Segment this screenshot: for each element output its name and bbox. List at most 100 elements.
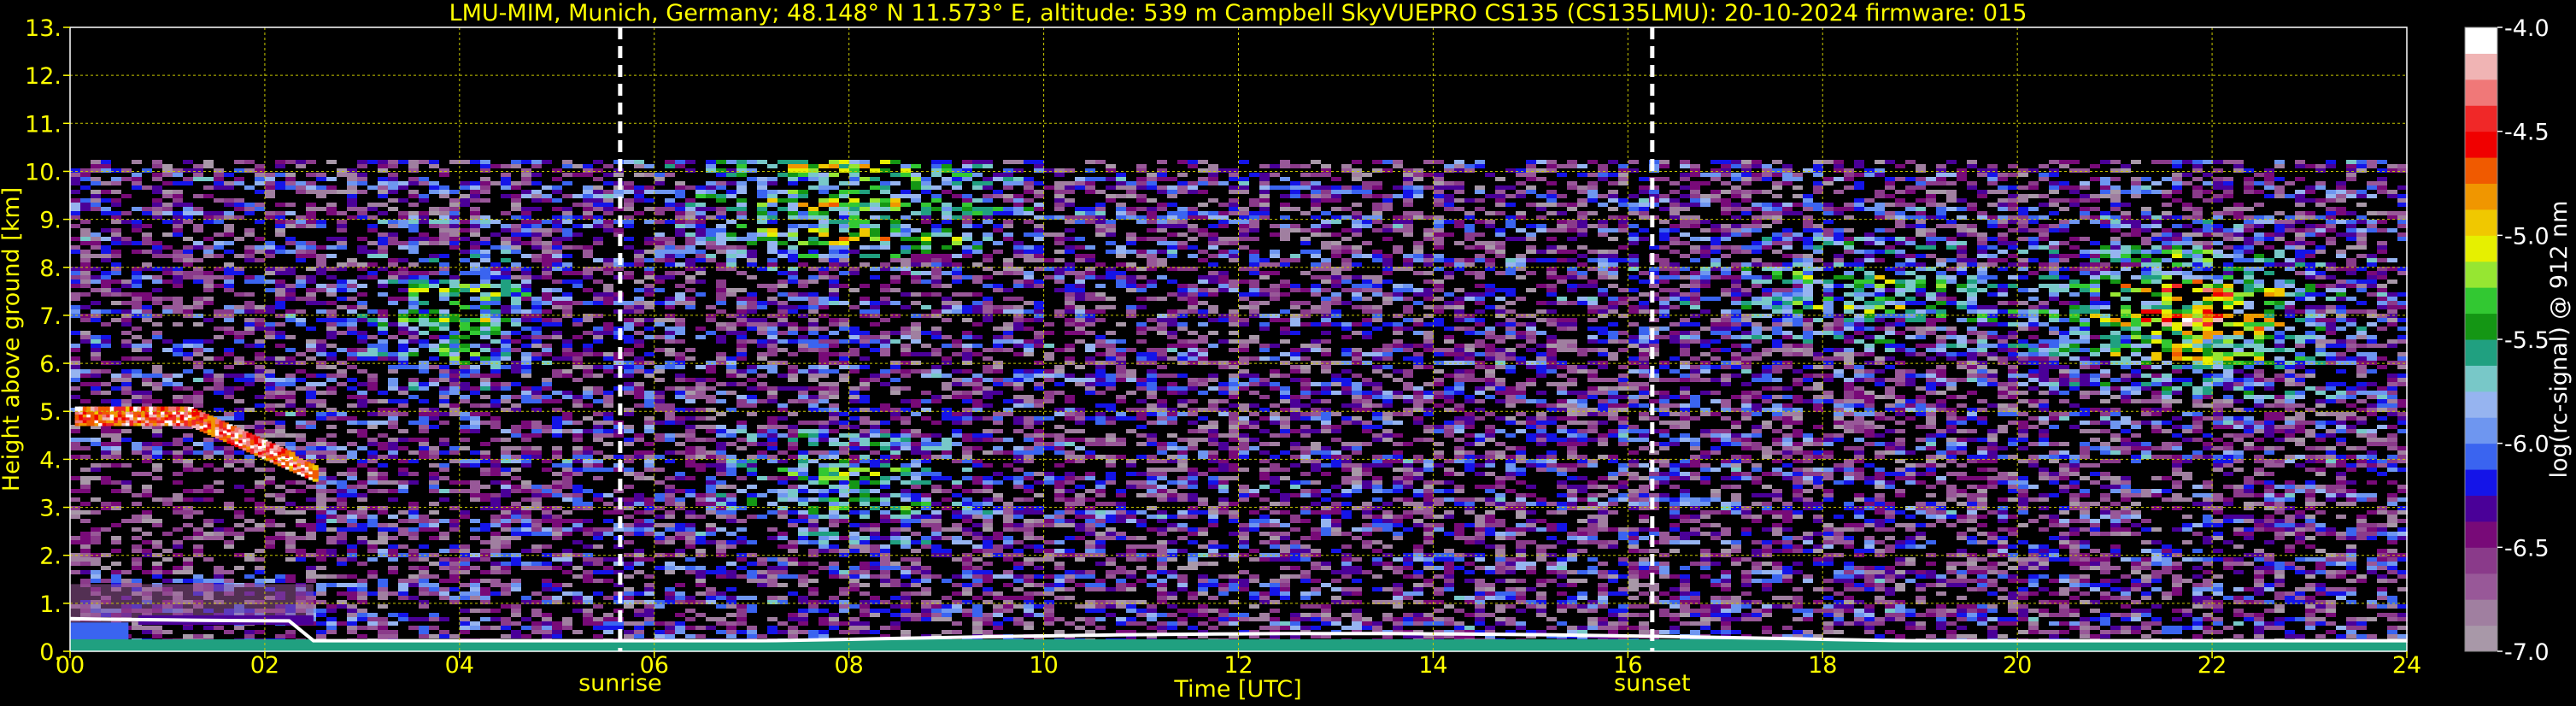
heatmap-cell: [316, 634, 326, 638]
heatmap-cell: [429, 241, 439, 245]
heatmap-cell: [798, 173, 808, 177]
heatmap-cell: [275, 284, 285, 288]
heatmap-cell: [890, 579, 901, 583]
heatmap-cell: [531, 339, 542, 344]
heatmap-cell: [736, 164, 747, 168]
heatmap-cell: [788, 455, 798, 459]
heatmap-cell: [531, 566, 542, 570]
heatmap-cell: [870, 228, 880, 232]
heatmap-cell: [860, 309, 870, 314]
heatmap-cell: [788, 245, 798, 250]
heatmap-cell: [480, 579, 490, 583]
heatmap-cell: [183, 220, 193, 224]
heatmap-cell: [531, 497, 542, 502]
heatmap-cell: [542, 425, 552, 429]
heatmap-cell: [183, 446, 193, 450]
heatmap-cell: [162, 211, 173, 215]
heatmap-cell: [152, 626, 162, 630]
heatmap-cell: [624, 391, 634, 395]
heatmap-cell: [347, 583, 357, 587]
heatmap-cell: [306, 442, 316, 446]
heatmap-cell: [593, 220, 603, 224]
heatmap-cell: [183, 579, 193, 583]
heatmap-cell: [408, 318, 419, 322]
heatmap-cell: [870, 237, 880, 241]
heatmap-cell: [839, 570, 849, 574]
heatmap-cell: [347, 403, 357, 408]
heatmap-cell: [675, 613, 685, 617]
heatmap-cell: [624, 515, 634, 519]
heatmap-cell: [583, 579, 593, 583]
heatmap-cell: [398, 544, 408, 549]
heatmap-cell: [767, 455, 777, 459]
heatmap-cell: [572, 472, 583, 476]
heatmap-cell: [695, 626, 706, 630]
heatmap-cell: [706, 438, 716, 442]
heatmap-cell: [634, 361, 644, 365]
heatmap-cell: [634, 403, 644, 408]
heatmap-cell: [285, 211, 296, 215]
heatmap-cell: [675, 374, 685, 378]
heatmap-cell: [91, 314, 101, 318]
heatmap-cell: [624, 472, 634, 476]
heatmap-cell: [480, 258, 490, 262]
heatmap-cell: [162, 374, 173, 378]
heatmap-cell: [736, 557, 747, 562]
heatmap-cell: [347, 557, 357, 562]
heatmap-cell: [419, 361, 429, 365]
heatmap-cell: [716, 241, 726, 245]
heatmap-cell: [890, 621, 901, 626]
heatmap-cell: [480, 382, 490, 386]
heatmap-cell: [685, 391, 695, 395]
heatmap-cell: [665, 258, 675, 262]
heatmap-cell: [152, 442, 162, 446]
heatmap-cell: [470, 416, 480, 421]
heatmap-cell: [306, 327, 316, 331]
heatmap-cell: [265, 386, 275, 391]
heatmap-cell: [480, 177, 490, 181]
heatmap-cell: [439, 297, 449, 301]
heatmap-cell: [449, 352, 460, 356]
heatmap-cell: [716, 361, 726, 365]
heatmap-cell: [460, 361, 470, 365]
heatmap-cell: [788, 365, 798, 369]
heatmap-cell: [480, 344, 490, 348]
heatmap-cell: [675, 536, 685, 540]
heatmap-cell: [234, 309, 244, 314]
heatmap-cell: [398, 352, 408, 356]
heatmap-cell: [819, 164, 829, 168]
heatmap-cell: [449, 574, 460, 579]
heatmap-cell: [439, 344, 449, 348]
heatmap-cell: [419, 279, 429, 284]
heatmap-cell: [285, 403, 296, 408]
heatmap-cell: [849, 480, 860, 485]
heatmap-cell: [726, 485, 736, 489]
heatmap-cell: [849, 574, 860, 579]
heatmap-cell: [829, 382, 839, 386]
heatmap-cell: [234, 468, 244, 472]
heatmap-cell: [234, 271, 244, 275]
heatmap-cell: [511, 468, 521, 472]
heatmap-cell: [173, 275, 183, 279]
heatmap-cell: [285, 181, 296, 185]
heatmap-cell: [798, 429, 808, 433]
heatmap-cell: [880, 262, 890, 267]
heatmap-cell: [121, 331, 132, 335]
heatmap-cell: [244, 630, 255, 634]
heatmap-cell: [757, 207, 767, 211]
heatmap-cell: [296, 425, 306, 429]
heatmap-cell: [470, 331, 480, 335]
heatmap-cell: [798, 621, 808, 626]
heatmap-cell: [624, 348, 634, 352]
heatmap-cell: [726, 562, 736, 566]
heatmap-cell: [80, 549, 91, 553]
heatmap-cell: [224, 228, 234, 232]
heatmap-cell: [880, 335, 890, 339]
heatmap-cell: [316, 523, 326, 527]
heatmap-cell: [531, 613, 542, 617]
heatmap-cell: [490, 356, 501, 361]
heatmap-cell: [521, 177, 531, 181]
heatmap-cell: [316, 220, 326, 224]
heatmap-cell: [214, 450, 224, 455]
heatmap-cell: [788, 429, 798, 433]
